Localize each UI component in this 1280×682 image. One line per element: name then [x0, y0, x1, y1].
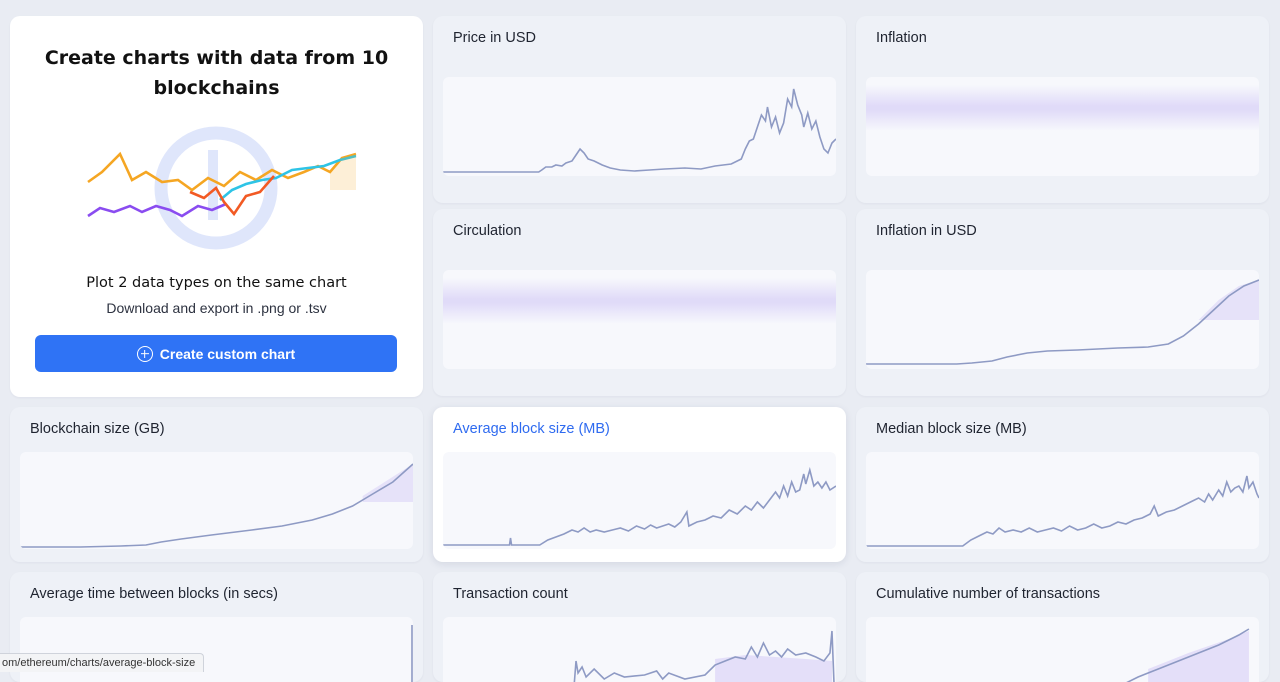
chart-card-transaction-count[interactable]: Transaction count: [433, 572, 846, 682]
chart-title: Transaction count: [453, 586, 568, 602]
chart-title: Inflation: [876, 30, 927, 46]
circulation-sparkline: [443, 270, 836, 369]
chart-placeholder-band: [866, 85, 1259, 131]
chart-card-inflation-usd[interactable]: Inflation in USD: [856, 209, 1269, 396]
chart-card-inflation[interactable]: Inflation: [856, 16, 1269, 203]
chart-card-median-block-size[interactable]: Median block size (MB): [856, 407, 1269, 562]
average-block-size-sparkline: [443, 452, 836, 549]
chart-card-price-usd[interactable]: Price in USD: [433, 16, 846, 203]
chart-title: Median block size (MB): [876, 421, 1027, 437]
chart-title: Inflation in USD: [876, 223, 977, 239]
chart-title: Price in USD: [453, 30, 536, 46]
promo-line-orange: [87, 151, 357, 192]
avg-time-sparkline: [20, 617, 413, 682]
promo-illustration: [87, 126, 357, 250]
chart-card-cumulative-transactions[interactable]: Cumulative number of transactions: [856, 572, 1269, 682]
chart-title: Average time between blocks (in secs): [30, 586, 278, 602]
transaction-count-sparkline: [443, 617, 836, 682]
chart-card-circulation[interactable]: Circulation: [433, 209, 846, 396]
create-custom-chart-label: Create custom chart: [159, 345, 296, 362]
custom-chart-promo-card: Create charts with data from 10 blockcha…: [10, 16, 423, 397]
promo-title: Create charts with data from 10 blockcha…: [44, 47, 389, 99]
create-custom-chart-button[interactable]: Create custom chart: [35, 335, 397, 372]
median-block-size-sparkline: [866, 452, 1259, 549]
inflation-sparkline: [866, 77, 1259, 176]
promo-line-purple: [87, 202, 227, 218]
price-sparkline: [443, 77, 836, 176]
cumulative-transactions-sparkline: [866, 617, 1259, 682]
blockchain-size-sparkline: [20, 452, 413, 549]
chart-card-blockchain-size[interactable]: Blockchain size (GB): [10, 407, 423, 562]
chart-title: Cumulative number of transactions: [876, 586, 1101, 602]
promo-subtitle: Plot 2 data types on the same chart: [86, 275, 347, 291]
chart-placeholder-band: [443, 278, 836, 324]
promo-description: Download and export in .png or .tsv: [106, 300, 327, 316]
chart-title: Blockchain size (GB): [30, 421, 165, 437]
status-bar-url: om/ethereum/charts/average-block-size: [0, 653, 205, 672]
inflation-usd-sparkline: [866, 270, 1259, 369]
plus-circle-icon: [136, 345, 153, 362]
chart-card-average-block-size[interactable]: Average block size (MB): [433, 407, 846, 562]
chart-title[interactable]: Average block size (MB): [453, 421, 610, 437]
chart-title: Circulation: [453, 223, 522, 239]
